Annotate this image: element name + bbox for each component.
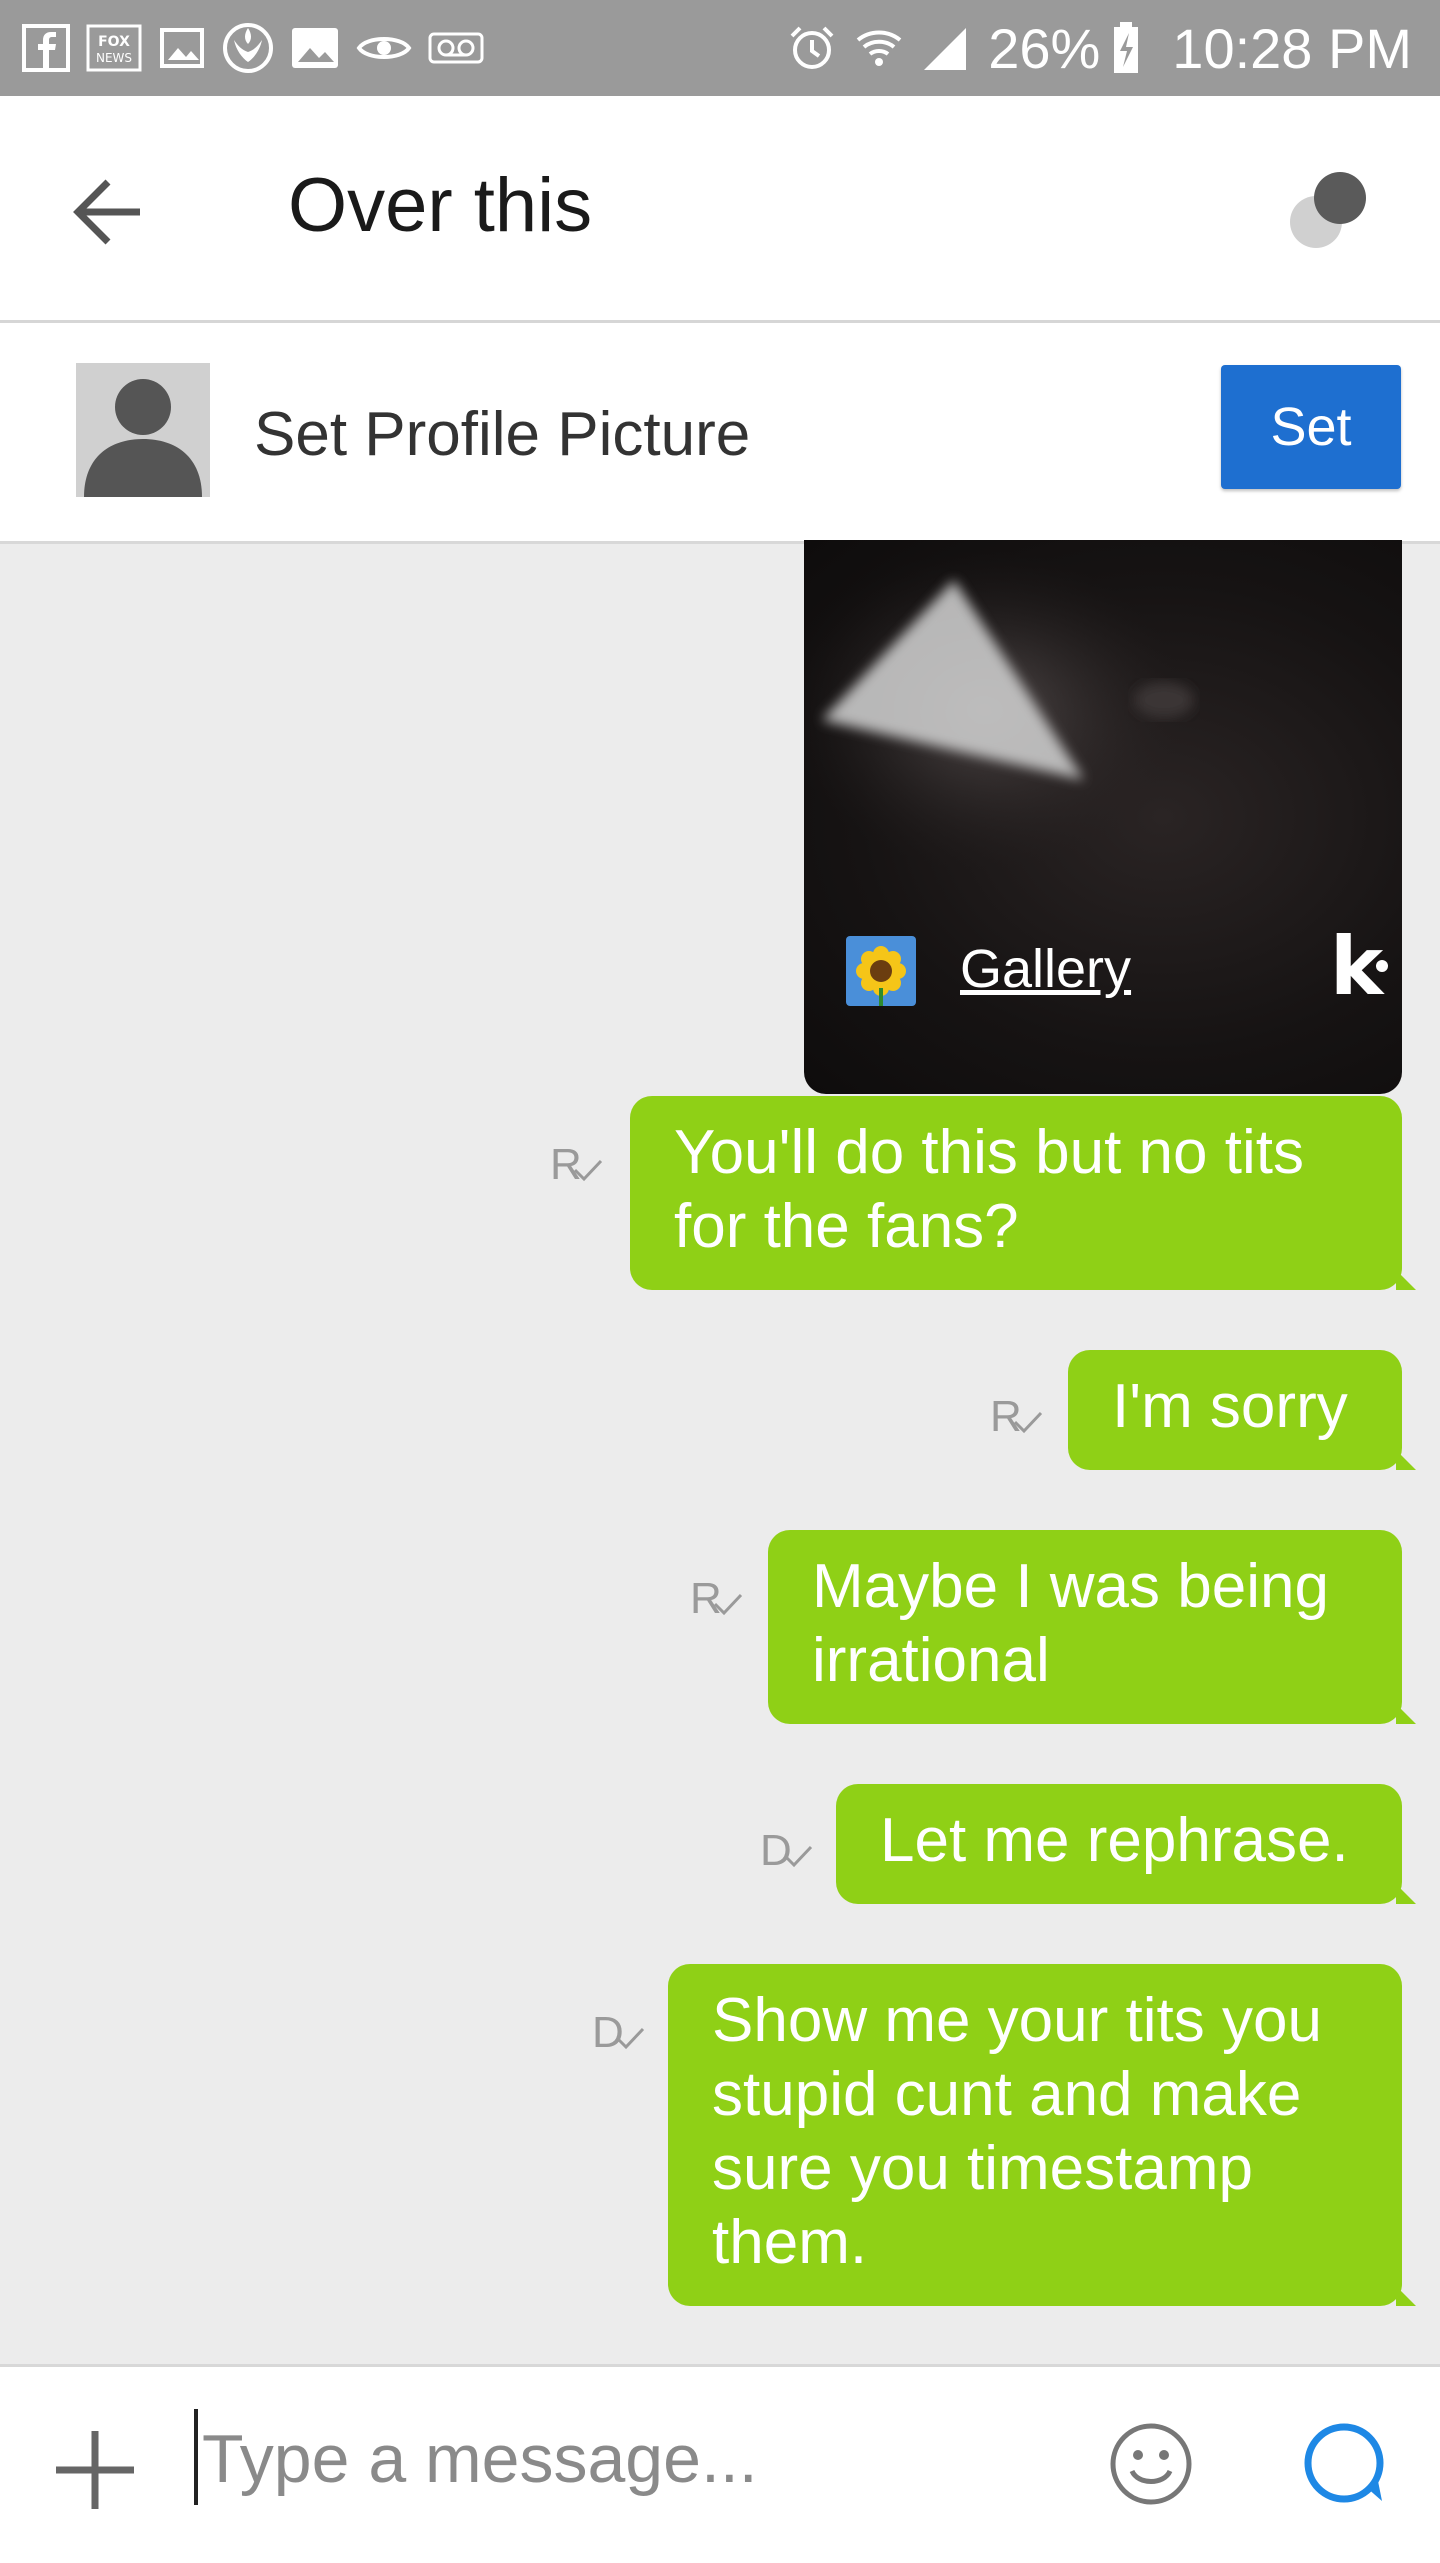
- message-line: Show me your tits you: [712, 1986, 1322, 2055]
- checkmark-icon: [783, 1845, 813, 1868]
- chat-options-icon: [1290, 172, 1366, 248]
- rebel-alliance-icon: [222, 22, 274, 74]
- sunflower-icon: [846, 936, 916, 1006]
- avatar: [76, 363, 210, 497]
- message-input[interactable]: [200, 2403, 1064, 2515]
- checkmark-icon: [713, 1593, 743, 1616]
- message-row: Maybe I was being irrational R: [690, 1530, 1416, 1724]
- fox-news-icon: FOX NEWS: [86, 24, 142, 72]
- options-button[interactable]: [1278, 162, 1378, 262]
- message-row: Show me your tits you stupid cunt and ma…: [592, 1964, 1416, 2306]
- delivered-receipt: D: [760, 1826, 813, 1876]
- image-icon: [290, 24, 340, 72]
- app-bar: Over this: [0, 96, 1440, 323]
- svg-text:NEWS: NEWS: [96, 51, 132, 65]
- message-line: I'm sorry: [1112, 1372, 1348, 1441]
- battery-charging-icon: [1114, 22, 1139, 73]
- emoji-button[interactable]: [1108, 2421, 1194, 2507]
- text-cursor: [194, 2409, 198, 2505]
- profile-picture-banner: Set Profile Picture Set: [0, 323, 1440, 544]
- signal-icon: [924, 28, 967, 70]
- send-button[interactable]: [1300, 2419, 1390, 2509]
- delivered-receipt: D: [592, 2008, 645, 2058]
- eye-icon: [356, 28, 412, 68]
- notification-icons: FOX NEWS: [22, 22, 500, 74]
- battery-percentage: 26%: [988, 16, 1101, 80]
- arrow-back-icon: [73, 179, 140, 245]
- message-composer: [0, 2364, 1440, 2563]
- message-line: them.: [712, 2208, 868, 2277]
- message-line: You'll do this but no tits: [674, 1118, 1304, 1187]
- wifi-icon: [856, 30, 902, 66]
- message-line: stupid cunt and make: [712, 2060, 1302, 2129]
- set-profile-picture-label: Set Profile Picture: [254, 400, 751, 469]
- set-button[interactable]: Set: [1221, 365, 1401, 489]
- checkmark-icon: [615, 2027, 645, 2050]
- svg-text:FOX: FOX: [98, 34, 130, 50]
- back-button[interactable]: [62, 168, 162, 256]
- message-bubble[interactable]: Let me rephrase.: [836, 1784, 1416, 1904]
- message-line: for the fans?: [674, 1192, 1019, 1261]
- kik-logo-dot: [1376, 960, 1388, 972]
- plus-icon: [56, 2431, 134, 2509]
- chat-area: Gallery k You'll do this but no tits for…: [0, 540, 1440, 2364]
- clock: 10:28 PM: [1172, 16, 1412, 80]
- chat-bubble-icon: [1304, 2423, 1384, 2503]
- smiley-icon: [1110, 2423, 1192, 2505]
- facebook-icon: [22, 24, 70, 72]
- message-line: Let me rephrase.: [880, 1806, 1349, 1875]
- checkmark-icon: [1013, 1411, 1043, 1434]
- message-row: Let me rephrase. D: [760, 1784, 1416, 1904]
- gallery-icon: [158, 24, 206, 72]
- alarm-icon: [790, 26, 834, 69]
- status-bar: FOX NEWS 26% 10:28 PM: [0, 0, 1440, 96]
- system-status: 26% 10:28 PM: [788, 0, 1412, 96]
- message-line: Maybe I was being: [812, 1552, 1329, 1621]
- add-attachment-button[interactable]: [50, 2425, 140, 2515]
- gallery-attribution[interactable]: Gallery k: [846, 920, 1388, 1013]
- read-receipt: R: [690, 1574, 743, 1624]
- checkmark-icon: [573, 1159, 603, 1182]
- read-receipt: R: [990, 1392, 1043, 1442]
- message-bubble[interactable]: Show me your tits you stupid cunt and ma…: [668, 1964, 1416, 2306]
- message-bubble[interactable]: I'm sorry: [1068, 1350, 1416, 1470]
- image-message[interactable]: Gallery k: [804, 540, 1402, 1094]
- message-row: I'm sorry R: [990, 1350, 1416, 1470]
- gallery-link[interactable]: Gallery: [960, 938, 1131, 1000]
- message-row: You'll do this but no tits for the fans?…: [550, 1096, 1416, 1290]
- message-bubble[interactable]: Maybe I was being irrational: [768, 1530, 1416, 1724]
- voicemail-icon: [428, 30, 484, 66]
- message-line: sure you timestamp: [712, 2134, 1253, 2203]
- conversation-title[interactable]: Over this: [288, 162, 592, 249]
- photo-content: [804, 550, 1194, 870]
- read-receipt: R: [550, 1140, 603, 1190]
- person-placeholder-icon: [84, 379, 202, 497]
- message-line: irrational: [812, 1626, 1050, 1695]
- message-bubble[interactable]: You'll do this but no tits for the fans?: [630, 1096, 1416, 1290]
